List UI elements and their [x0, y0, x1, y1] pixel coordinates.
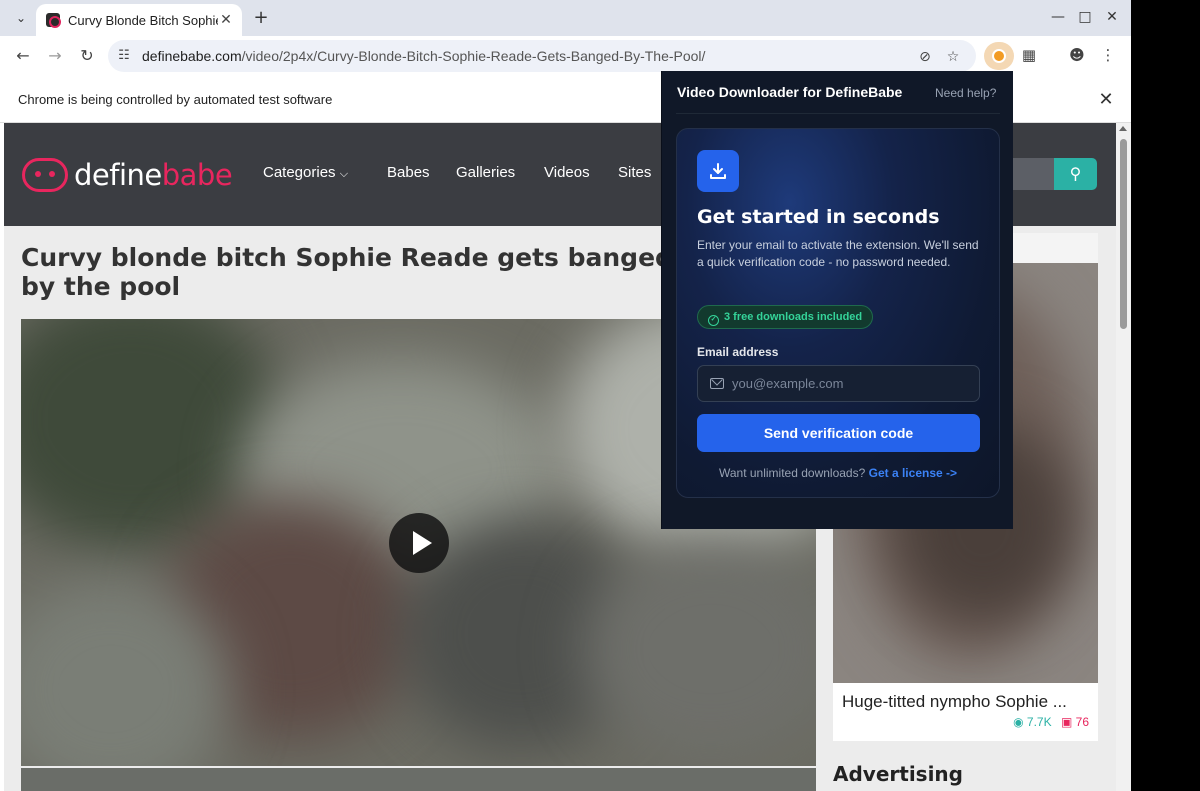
new-tab-plus-icon[interactable]: + [250, 7, 272, 29]
tab-search-chevron-down-icon[interactable]: ⌄ [8, 6, 34, 30]
need-help-link[interactable]: Need help? [935, 86, 996, 100]
page-scrollbar[interactable] [1116, 123, 1131, 791]
forward-arrow-icon[interactable]: → [44, 45, 66, 67]
tab-title: Curvy Blonde Bitch Sophie Reade Gets Ban… [68, 12, 218, 28]
extension-popup: Video Downloader for DefineBabe Need hel… [661, 71, 1013, 529]
camera-icon: ▣ [1060, 715, 1073, 729]
search-icon: ⚲ [1069, 164, 1082, 183]
license-line: Want unlimited downloads? Get a license … [677, 466, 999, 480]
scroll-thumb[interactable] [1120, 139, 1127, 329]
infobar-close-icon[interactable]: ✕ [1097, 89, 1115, 110]
sidebar-card-stats: ◉ 7.7K ▣ 76 [1013, 715, 1089, 729]
maximize-icon[interactable]: □ [1076, 9, 1094, 25]
license-prompt: Want unlimited downloads? [718, 466, 866, 480]
reload-icon[interactable]: ↻ [76, 45, 98, 67]
chevron-down-icon: ⌵ [339, 168, 349, 180]
send-verification-button[interactable]: Send verification code [697, 414, 980, 452]
logo-text-babe: babe [161, 158, 233, 192]
play-button[interactable] [389, 513, 449, 573]
url-domain: definebabe.com [142, 48, 242, 64]
tab-strip: ⌄ Curvy Blonde Bitch Sophie Reade Gets B… [0, 0, 1131, 36]
url-path: /video/2p4x/Curvy-Blonde-Bitch-Sophie-Re… [241, 48, 706, 64]
signup-card: Get started in seconds Enter your email … [676, 128, 1000, 498]
video-blur-region [581, 539, 816, 759]
nav-videos[interactable]: Videos [544, 164, 590, 181]
eye-slash-icon[interactable]: ⊘ [916, 48, 934, 66]
mail-icon [710, 378, 724, 389]
browser-tab[interactable]: Curvy Blonde Bitch Sophie Reade Gets Ban… [36, 4, 242, 36]
bookmark-star-icon[interactable]: ☆ [944, 48, 962, 66]
profile-icon[interactable]: ☻ [1067, 45, 1087, 65]
card-heading: Get started in seconds [697, 206, 940, 228]
free-downloads-badge: ✓ 3 free downloads included [697, 305, 874, 329]
site-info-icon[interactable]: ☷ [116, 48, 132, 64]
desktop-background [1131, 0, 1200, 791]
minimize-icon[interactable]: — [1049, 9, 1067, 25]
email-field[interactable] [697, 365, 980, 402]
search-button[interactable]: ⚲ [1054, 158, 1097, 190]
photos-value: 76 [1075, 715, 1089, 729]
nav-categories-label: Categories [263, 164, 336, 181]
card-description: Enter your email to activate the extensi… [697, 238, 979, 269]
scroll-up-arrow-icon[interactable] [1119, 126, 1127, 131]
site-search-input[interactable] [1012, 158, 1054, 190]
advertising-heading: Advertising [833, 762, 963, 786]
logo-mark-icon [22, 158, 68, 192]
views-value: 7.7K [1026, 715, 1052, 729]
back-arrow-icon[interactable]: ← [12, 45, 34, 67]
site-logo[interactable]: definebabe [22, 155, 233, 195]
logo-text-define: define [74, 158, 162, 192]
extension-button[interactable] [984, 42, 1014, 70]
email-input[interactable] [732, 366, 972, 401]
video-thumbnail-strip [21, 768, 816, 791]
photos-count: ▣ 76 [1061, 715, 1089, 729]
menu-kebab-icon[interactable]: ⋮ [1098, 45, 1118, 65]
infobar-text: Chrome is being controlled by automated … [18, 92, 333, 107]
page-title: Curvy blonde bitch Sophie Reade gets ban… [21, 243, 673, 301]
nav-babes[interactable]: Babes [387, 164, 430, 181]
views-count: ◉ 7.7K [1013, 715, 1052, 729]
tab-close-icon[interactable]: ✕ [218, 12, 234, 28]
download-icon [697, 150, 739, 192]
close-window-icon[interactable]: ✕ [1103, 9, 1121, 25]
sidebar-card-title[interactable]: Huge-titted nympho Sophie ... [842, 692, 1067, 712]
eye-icon: ◉ [1013, 715, 1024, 729]
sidebar-caption[interactable]: Huge-titted nympho Sophie ... ◉ 7.7K ▣ 7… [833, 683, 1098, 741]
check-circle-icon: ✓ [708, 315, 719, 326]
logo-text: definebabe [74, 158, 233, 192]
popup-divider [676, 113, 1000, 114]
popup-title: Video Downloader for DefineBabe [677, 84, 903, 100]
address-bar[interactable]: ☷ definebabe.com/video/2p4x/Curvy-Blonde… [108, 40, 976, 72]
nav-galleries[interactable]: Galleries [456, 164, 515, 181]
email-label: Email address [697, 345, 779, 359]
extensions-puzzle-icon[interactable]: ▦ [1019, 45, 1039, 65]
nav-sites[interactable]: Sites [618, 164, 651, 181]
nav-categories[interactable]: Categories ⌵ [263, 164, 348, 181]
browser-window: ⌄ Curvy Blonde Bitch Sophie Reade Gets B… [0, 0, 1131, 791]
browser-toolbar: ← → ↻ ☷ definebabe.com/video/2p4x/Curvy-… [0, 36, 1131, 76]
get-license-link[interactable]: Get a license -> [869, 466, 957, 480]
extension-icon [992, 49, 1006, 63]
badge-text: 3 free downloads included [724, 311, 863, 323]
site-favicon-icon [46, 13, 61, 28]
url-text[interactable]: definebabe.com/video/2p4x/Curvy-Blonde-B… [142, 48, 705, 64]
